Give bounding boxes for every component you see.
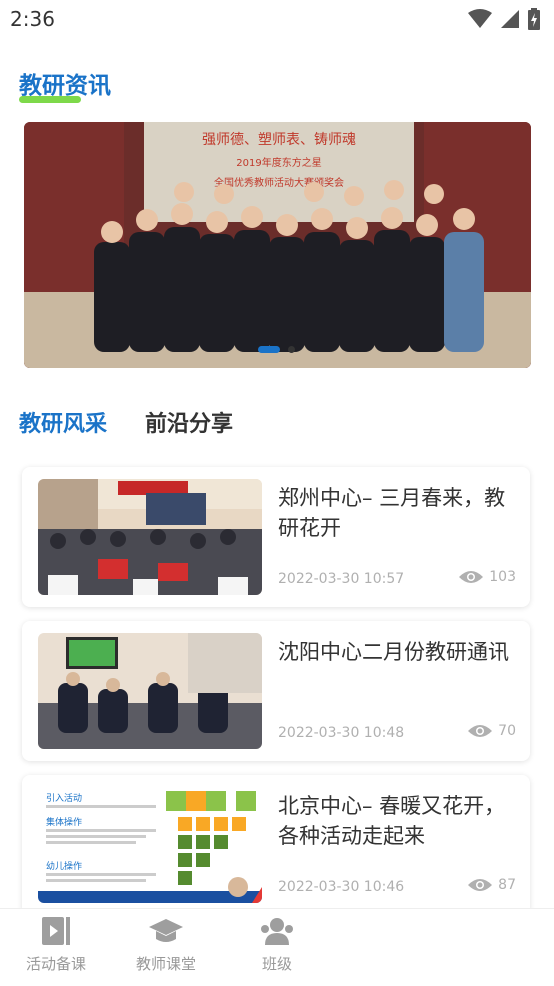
nav-label: 教师课堂 [135, 955, 196, 973]
article-title: 郑州中心– 三月春来，教研花开 [278, 486, 506, 540]
banner-image: 强师德、塑师表、铸师魂 2019年度东方之星 全国优秀教师活动大赛颁奖会 [24, 122, 531, 368]
nav-item-class[interactable]: 班级 [232, 915, 322, 974]
banner-line1: 强师德、塑师表、铸师魂 [202, 132, 356, 148]
carousel-dot-active[interactable] [258, 346, 280, 353]
article-date: 2022-03-30 10:46 [278, 879, 405, 895]
banner-line2: 2019年度东方之星 [236, 156, 321, 169]
status-bar: 2:36 [0, 0, 554, 38]
article-thumbnail: 引入活动 集体操作 幼儿操作 [38, 787, 262, 903]
views-count: 87 [498, 877, 516, 893]
graduation-cap-icon [149, 919, 183, 942]
section-title: 教研资讯 [19, 73, 111, 99]
bottom-nav: 活动备课 教师课堂 班级 [0, 908, 554, 986]
article-card[interactable]: 郑州中心– 三月春来，教研花开 2022-03-30 10:57 103 [22, 467, 530, 607]
article-views: 70 [468, 723, 516, 739]
wifi-icon [468, 9, 492, 28]
article-views: 103 [459, 569, 516, 585]
nav-label: 班级 [261, 955, 292, 973]
eye-icon [468, 725, 493, 737]
signal-icon [501, 10, 519, 28]
article-title: 北京中心– 春暖又花开，各种活动走起来 [278, 794, 506, 848]
eye-icon [468, 879, 493, 891]
category-tabs: 教研风采 前沿分享 [19, 406, 233, 438]
status-icons [468, 8, 540, 30]
class-group-icon [261, 918, 293, 945]
slide-header-2: 集体操作 [46, 816, 82, 828]
article-views: 87 [468, 877, 516, 893]
article-date: 2022-03-30 10:57 [278, 571, 405, 587]
article-thumbnail [38, 633, 262, 749]
eye-icon [459, 571, 484, 583]
article-date: 2022-03-30 10:48 [278, 725, 405, 741]
article-card[interactable]: 沈阳中心二月份教研通讯 2022-03-30 10:48 70 [22, 621, 530, 761]
article-thumbnail [38, 479, 262, 595]
article-card[interactable]: 引入活动 集体操作 幼儿操作 北京中心– 春暖又花开，各种活动走起来 2022-… [22, 775, 530, 915]
battery-icon [528, 8, 540, 30]
banner-line3: 全国优秀教师活动大赛颁奖会 [214, 176, 344, 189]
slide-header-3: 幼儿操作 [46, 860, 82, 872]
banner-carousel[interactable]: 强师德、塑师表、铸师魂 2019年度东方之星 全国优秀教师活动大赛颁奖会 [24, 122, 531, 368]
tab-qianyan-fenxiang[interactable]: 前沿分享 [145, 406, 233, 438]
carousel-indicator [258, 346, 295, 353]
slide-header-1: 引入活动 [46, 792, 82, 804]
carousel-dot[interactable] [288, 346, 295, 353]
nav-label: 活动备课 [25, 955, 86, 973]
title-underline [19, 96, 81, 103]
video-icon [42, 917, 70, 945]
views-count: 70 [498, 723, 516, 739]
tab-jiaoyan-fengcai[interactable]: 教研风采 [19, 406, 107, 438]
status-time: 2:36 [10, 7, 55, 31]
article-title: 沈阳中心二月份教研通讯 [278, 640, 509, 664]
nav-item-teacher-class[interactable]: 教师课堂 [121, 915, 211, 974]
nav-item-lesson-prep[interactable]: 活动备课 [11, 915, 101, 974]
views-count: 103 [489, 569, 516, 585]
